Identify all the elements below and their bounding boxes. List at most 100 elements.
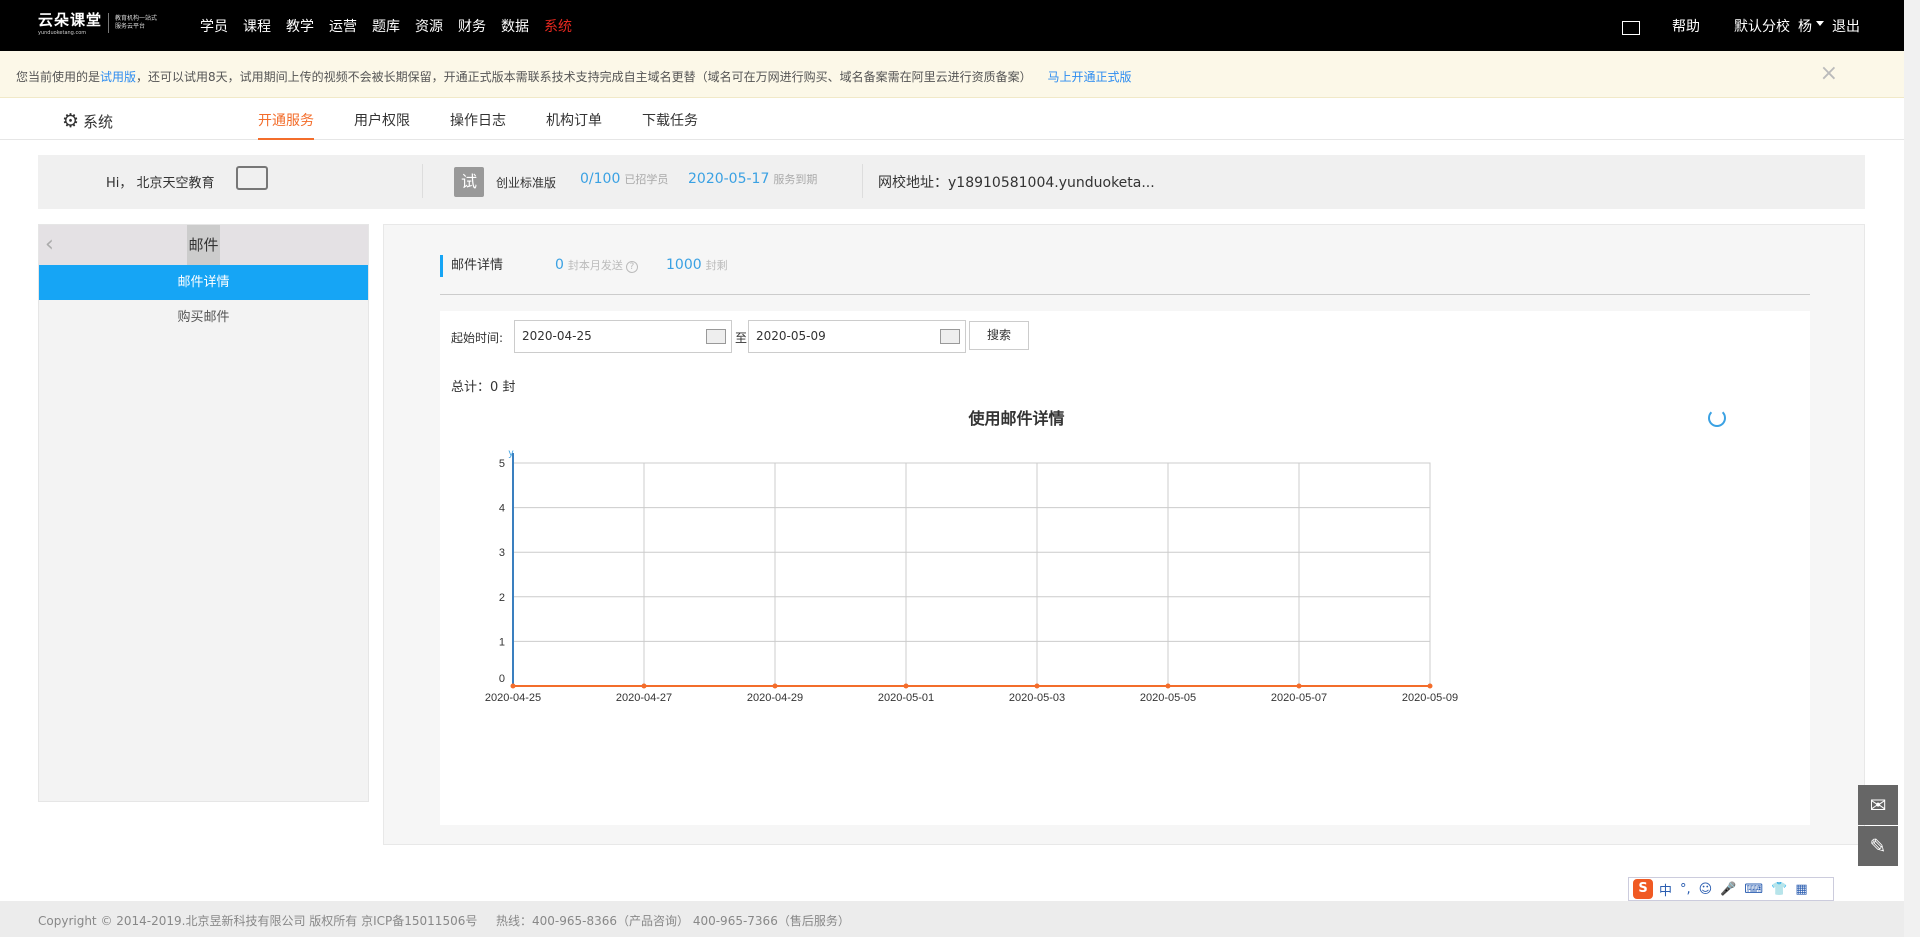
ime-chinese-mode[interactable]: 中 <box>1659 880 1672 899</box>
chart-title: 使用邮件详情 <box>967 409 1064 428</box>
ime-toolbar[interactable]: S 中 °, ☺ 🎤 ⌨ 👕 ▦ <box>1628 877 1834 901</box>
upgrade-link[interactable]: 马上开通正式版 <box>1048 70 1132 84</box>
remaining-stat: 1000 封剩 <box>666 257 728 273</box>
ime-toolbox-icon[interactable]: ▦ <box>1795 882 1807 897</box>
main-nav: 学员 课程 教学 运营 题库 资源 财务 数据 系统 <box>200 0 587 51</box>
divider <box>422 164 423 198</box>
subnav-tabs: 开通服务 用户权限 操作日志 机构订单 下载任务 <box>258 98 738 140</box>
scrollbar[interactable] <box>1904 0 1920 937</box>
tab-open-service[interactable]: 开通服务 <box>258 98 314 140</box>
x-tick-label: 2020-04-29 <box>747 692 803 704</box>
x-tick-label: 2020-04-27 <box>616 692 672 704</box>
left-menu-title: 邮件 <box>187 225 220 265</box>
trial-version-link[interactable]: 试用版 <box>100 70 136 84</box>
plot-frame <box>512 462 1431 687</box>
left-menu-header: ‹ 邮件 <box>39 225 368 265</box>
y-tick-label: 0 <box>499 673 505 685</box>
chevron-down-icon[interactable] <box>1816 21 1824 26</box>
calendar-icon[interactable] <box>940 329 960 344</box>
students-label: 已招学员 <box>624 173 669 186</box>
y-tick-label: 1 <box>499 636 505 648</box>
sogou-logo-icon[interactable]: S <box>1633 879 1653 899</box>
calendar-icon[interactable] <box>706 329 726 344</box>
greeting: Hi， 北京天空教育 <box>106 176 215 191</box>
footer: Copyright © 2014-2019.北京昱新科技有限公司 版权所有 京I… <box>0 901 1904 937</box>
back-icon[interactable]: ‹ <box>45 225 54 265</box>
ime-punctuation-icon[interactable]: °, <box>1680 882 1691 897</box>
remain-label: 封剩 <box>705 259 728 272</box>
mail-icon[interactable]: ✉ <box>1858 785 1898 825</box>
expire-date: 2020-05-17 <box>688 171 770 187</box>
logout-link[interactable]: 退出 <box>1832 16 1860 36</box>
tab-operation-log[interactable]: 操作日志 <box>450 98 506 140</box>
account-info-bar: Hi， 北京天空教育 试 创业标准版 0/100 已招学员 2020-05-17 服… <box>38 155 1865 209</box>
expire-stat: 2020-05-17 服务到期 <box>688 171 817 187</box>
end-date-input[interactable]: 2020-05-09 <box>748 320 966 353</box>
ime-keyboard-icon[interactable]: ⌨ <box>1744 882 1763 897</box>
data-point <box>510 683 516 689</box>
x-tick-label: 2020-05-09 <box>1402 692 1458 704</box>
trial-notice: 您当前使用的是试用版，还可以试用8天，试用期间上传的视频不会被长期保留，开通正式… <box>0 51 1904 98</box>
version-name: 创业标准版 <box>496 176 557 190</box>
gear-icon: ⚙ <box>62 110 80 132</box>
data-point <box>1034 683 1040 689</box>
nav-teaching[interactable]: 教学 <box>286 16 314 36</box>
branch-selector[interactable]: 默认分校 <box>1734 16 1790 36</box>
top-right-menu: 帮助 默认分校 杨 退出 <box>1622 0 1860 51</box>
help-link[interactable]: 帮助 <box>1672 16 1700 36</box>
logo-divider <box>108 12 110 33</box>
ime-skin-icon[interactable]: 👕 <box>1771 882 1787 897</box>
sent-label: 封本月发送 <box>567 259 623 272</box>
x-tick-label: 2020-05-03 <box>1009 692 1065 704</box>
nav-data[interactable]: 数据 <box>501 16 529 36</box>
tab-download-tasks[interactable]: 下载任务 <box>642 98 698 140</box>
y-tick-label: 2 <box>499 592 505 604</box>
students-value: 0/100 <box>580 171 621 187</box>
logo[interactable]: 云朵课堂 yunduoketang.com 教育机构一站式服务云平台 <box>38 9 159 36</box>
menu-item-buy-email[interactable]: 购买邮件 <box>39 300 368 335</box>
nav-operations[interactable]: 运营 <box>329 16 357 36</box>
mail-icon[interactable] <box>1622 20 1640 35</box>
nav-students[interactable]: 学员 <box>200 16 228 36</box>
copyright: Copyright © 2014-2019.北京昱新科技有限公司 版权所有 京I… <box>38 914 478 928</box>
school-address[interactable]: 网校地址：y18910581004.yunduoketa... <box>878 172 1155 192</box>
ime-mic-icon[interactable]: 🎤 <box>1720 882 1736 897</box>
x-tick-label: 2020-05-01 <box>878 692 934 704</box>
nav-resources[interactable]: 资源 <box>415 16 443 36</box>
remain-value: 1000 <box>666 257 702 273</box>
start-date-input[interactable]: 2020-04-25 <box>514 320 732 353</box>
search-button[interactable]: 搜索 <box>969 321 1029 350</box>
to-label: 至 <box>735 331 748 345</box>
refresh-icon[interactable] <box>1708 409 1726 427</box>
nav-system[interactable]: 系统 <box>544 16 572 36</box>
close-icon[interactable]: × <box>1820 61 1838 86</box>
email-usage-section: 起始时间: 2020-04-25 至 2020-05-09 搜索 总计：0 封 … <box>440 311 1810 825</box>
data-point <box>903 683 909 689</box>
data-point <box>1296 683 1302 689</box>
y-tick-label: 5 <box>499 458 505 470</box>
edit-icon[interactable]: ✎ <box>1858 826 1898 866</box>
nav-courses[interactable]: 课程 <box>243 16 271 36</box>
end-date-value: 2020-05-09 <box>756 329 826 343</box>
divider <box>862 164 863 198</box>
notice-part1: 您当前使用的是 <box>16 70 101 84</box>
x-tick-label: 2020-05-05 <box>1140 692 1196 704</box>
tab-user-permissions[interactable]: 用户权限 <box>354 98 410 140</box>
divider <box>440 294 1810 295</box>
nav-finance[interactable]: 财务 <box>458 16 486 36</box>
nav-question-bank[interactable]: 题库 <box>372 16 400 36</box>
id-card-icon[interactable] <box>236 166 268 190</box>
logo-text: 云朵课堂 <box>38 11 103 29</box>
tab-org-orders[interactable]: 机构订单 <box>546 98 602 140</box>
data-point <box>772 683 778 689</box>
tab-email-details[interactable]: 邮件详情 <box>440 255 503 277</box>
menu-item-email-details[interactable]: 邮件详情 <box>39 265 368 300</box>
user-name[interactable]: 杨 <box>1798 16 1812 36</box>
ime-emoji-icon[interactable]: ☺ <box>1699 882 1713 897</box>
x-tick-label: 2020-04-25 <box>485 692 541 704</box>
help-icon[interactable]: ? <box>625 261 638 273</box>
notice-text: 您当前使用的是试用版，还可以试用8天，试用期间上传的视频不会被长期保留，开通正式… <box>16 68 1132 85</box>
logo-mark: 云朵课堂 yunduoketang.com <box>38 9 102 36</box>
y-tick-label: 3 <box>499 547 505 559</box>
sent-value: 0 <box>555 257 564 273</box>
